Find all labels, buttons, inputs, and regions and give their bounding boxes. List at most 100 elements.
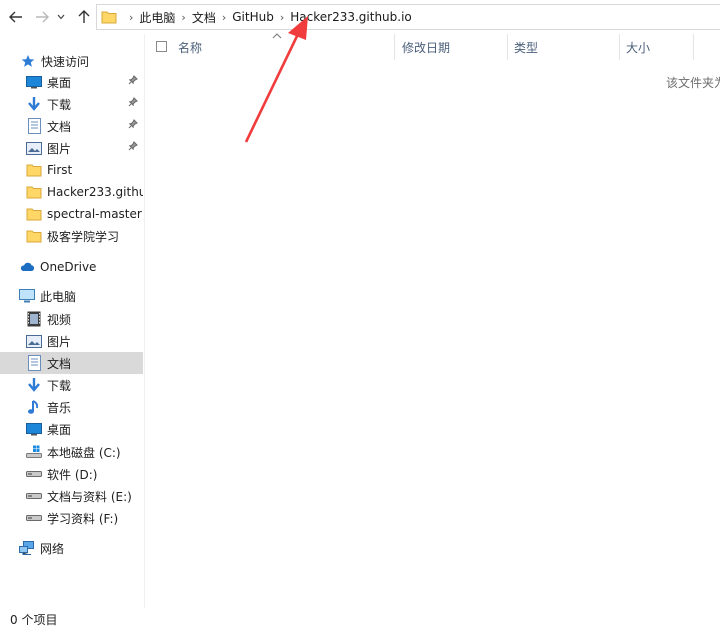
pin-icon — [128, 75, 138, 85]
breadcrumb-github[interactable]: GitHub — [232, 10, 274, 24]
nav-quick-access[interactable]: 快速访问 — [0, 50, 143, 72]
nav-drive-e[interactable]: 文档与资料 (E:) — [0, 485, 143, 507]
column-header-size[interactable]: 大小 — [626, 34, 686, 60]
column-header-modified[interactable]: 修改日期 — [402, 34, 505, 60]
network-icon — [19, 540, 35, 556]
empty-folder-message: 该文件夹为 — [666, 76, 720, 90]
nav-label: 本地磁盘 (C:) — [47, 445, 121, 460]
folder-icon — [26, 162, 42, 178]
back-button[interactable] — [6, 6, 26, 28]
nav-label: 下载 — [47, 378, 72, 393]
nav-drive-f[interactable]: 学习资料 (F:) — [0, 507, 143, 529]
column-header-row: 名称 修改日期 类型 大小 — [145, 33, 720, 60]
drive-icon — [26, 488, 42, 504]
nav-this-pc[interactable]: 此电脑 — [0, 285, 143, 307]
nav-label: 图片 — [47, 334, 72, 349]
nav-label: 文档 — [47, 119, 72, 134]
breadcrumb-documents[interactable]: 文档 — [192, 9, 216, 26]
nav-label: 下载 — [47, 97, 72, 112]
nav-onedrive[interactable]: OneDrive — [0, 256, 143, 278]
column-resize-handle[interactable] — [394, 34, 395, 60]
nav-label: 桌面 — [47, 75, 72, 90]
column-resize-handle[interactable] — [507, 34, 508, 60]
column-header-label: 修改日期 — [402, 40, 451, 55]
address-toolbar: › 此电脑 › 文档 › GitHub › Hacker233.github.i… — [0, 0, 720, 34]
nav-label: 软件 (D:) — [47, 467, 98, 482]
arrow-up-icon — [78, 10, 90, 23]
chevron-right-icon: › — [279, 10, 285, 24]
music-icon — [26, 399, 42, 415]
column-header-type[interactable]: 类型 — [514, 34, 614, 60]
download-icon — [26, 377, 42, 393]
nav-label: 图片 — [47, 141, 72, 156]
column-resize-handle[interactable] — [619, 34, 620, 60]
select-all-checkbox[interactable] — [156, 41, 167, 52]
document-icon — [26, 118, 42, 134]
windows-drive-icon — [26, 444, 42, 460]
nav-folder-first[interactable]: First — [0, 159, 143, 181]
nav-label: 快速访问 — [41, 54, 90, 69]
nav-label: First — [47, 163, 73, 177]
desktop-icon — [26, 74, 42, 90]
nav-network[interactable]: 网络 — [0, 537, 143, 559]
pin-icon — [128, 141, 138, 151]
document-icon — [26, 355, 42, 371]
nav-desktop-pinned[interactable]: 桌面 — [0, 71, 143, 93]
breadcrumb: › 此电脑 › 文档 › GitHub › Hacker233.github.i… — [123, 5, 412, 29]
nav-label: 音乐 — [47, 400, 72, 415]
folder-icon — [26, 184, 42, 200]
drive-icon — [26, 466, 42, 482]
nav-label: 文档 — [47, 356, 72, 371]
computer-icon — [19, 288, 35, 304]
star-icon — [20, 53, 36, 69]
pin-icon — [128, 119, 138, 129]
breadcrumb-current-folder[interactable]: Hacker233.github.io — [290, 10, 412, 24]
nav-folder-hacker233[interactable]: Hacker233.github — [0, 181, 143, 203]
nav-downloads[interactable]: 下载 — [0, 374, 143, 396]
nav-label: 网络 — [40, 541, 65, 556]
breadcrumb-this-pc[interactable]: 此电脑 — [139, 9, 175, 26]
nav-label: 桌面 — [47, 422, 72, 437]
item-count: 0 个项目 — [10, 613, 58, 627]
nav-documents-pinned[interactable]: 文档 — [0, 115, 143, 137]
nav-folder-spectral-master[interactable]: spectral-master — [0, 203, 143, 225]
video-icon — [26, 311, 42, 327]
chevron-right-icon: › — [129, 10, 134, 24]
nav-folder-jikexueyuan[interactable]: 极客学院学习 — [0, 225, 143, 247]
nav-drive-d[interactable]: 软件 (D:) — [0, 463, 143, 485]
cloud-icon — [19, 259, 35, 275]
picture-icon — [26, 140, 42, 156]
nav-label: 极客学院学习 — [47, 229, 120, 244]
picture-icon — [26, 333, 42, 349]
recent-locations-button[interactable] — [54, 6, 68, 28]
drive-icon — [26, 510, 42, 526]
pane-divider[interactable] — [144, 34, 145, 608]
nav-label: 视频 — [47, 312, 72, 327]
nav-documents[interactable]: 文档 — [0, 352, 143, 374]
column-header-name[interactable]: 名称 — [178, 34, 390, 60]
chevron-down-icon — [57, 14, 65, 20]
address-bar[interactable]: › 此电脑 › 文档 › GitHub › Hacker233.github.i… — [96, 4, 720, 30]
up-button[interactable] — [74, 6, 94, 28]
nav-drive-c[interactable]: 本地磁盘 (C:) — [0, 441, 143, 463]
column-header-label: 名称 — [178, 40, 203, 55]
nav-label: Hacker233.github — [47, 185, 143, 199]
nav-label: 此电脑 — [40, 289, 77, 304]
nav-pictures-pinned[interactable]: 图片 — [0, 137, 143, 159]
nav-downloads-pinned[interactable]: 下载 — [0, 93, 143, 115]
forward-button[interactable] — [32, 6, 52, 28]
nav-label: 学习资料 (F:) — [47, 511, 119, 526]
folder-icon — [26, 206, 42, 222]
column-header-label: 类型 — [514, 40, 539, 55]
nav-pictures[interactable]: 图片 — [0, 330, 143, 352]
status-bar: 0 个项目 — [0, 608, 720, 627]
nav-music[interactable]: 音乐 — [0, 396, 143, 418]
nav-label: 文档与资料 (E:) — [47, 489, 132, 504]
arrow-right-icon — [36, 11, 49, 23]
nav-videos[interactable]: 视频 — [0, 308, 143, 330]
navigation-pane: 快速访问 桌面 下载 文档 图片 First Hacker233.githu s… — [0, 42, 143, 608]
nav-label: spectral-master — [47, 207, 142, 221]
chevron-right-icon: › — [221, 10, 227, 24]
nav-desktop[interactable]: 桌面 — [0, 418, 143, 440]
column-resize-handle[interactable] — [693, 34, 694, 60]
